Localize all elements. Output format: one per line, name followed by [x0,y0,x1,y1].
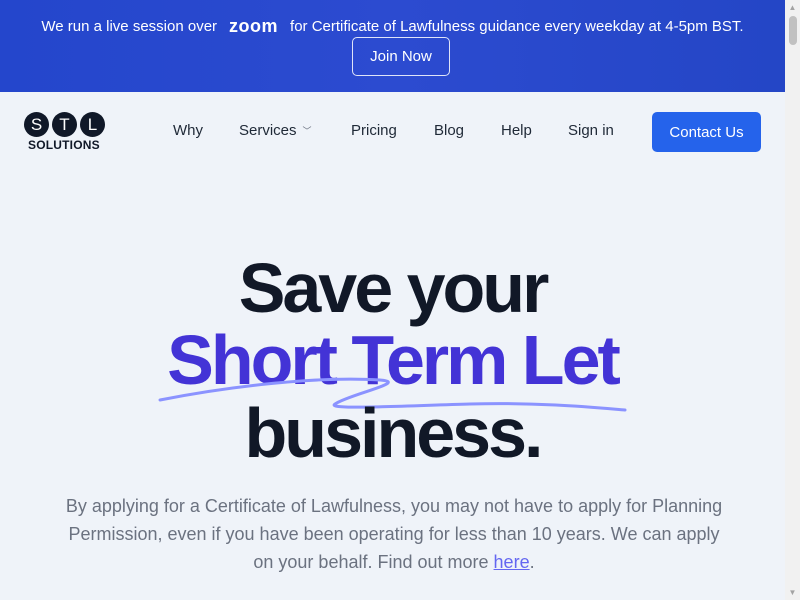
hero-heading-line-1: Save your [238,249,550,327]
hero-description-end: . [529,552,535,572]
hero-description-text: By applying for a Certificate of Lawfuln… [65,496,723,572]
scroll-thumb[interactable] [789,16,797,45]
nav-link-pricing[interactable]: Pricing [351,122,397,139]
scroll-up-arrow-icon[interactable]: ▲ [785,0,800,15]
nav-link-help[interactable]: Help [501,122,532,139]
announcement-banner: We run a live session over zoom for Cert… [0,0,785,92]
scroll-down-arrow-icon[interactable]: ▼ [785,585,800,600]
hero-heading-line-3: business. [244,394,544,472]
nav-link-sign-in[interactable]: Sign in [568,122,614,139]
nav-link-services[interactable]: Services ﹀ [239,122,312,139]
nav-link-services-label: Services [239,122,297,139]
logo-letter-s: S [24,112,49,137]
logo-letter-l: L [80,112,105,137]
banner-text-after: for Certificate of Lawfulness guidance e… [290,17,744,35]
hero-description: By applying for a Certificate of Lawfuln… [60,492,728,576]
logo-subtitle: SOLUTIONS [28,138,100,152]
banner-text-before: We run a live session over [41,17,218,35]
logo-letter-t: T [52,112,77,137]
chevron-down-icon: ﹀ [302,126,312,136]
stl-solutions-logo[interactable]: S T L SOLUTIONS [24,112,110,152]
scrollbar[interactable]: ▲ ▼ [785,0,800,600]
banner-text: We run a live session over zoom for Cert… [0,16,785,36]
nav-link-why[interactable]: Why [173,122,203,139]
zoom-logo: zoom [229,15,279,36]
main-navigation: S T L SOLUTIONS Why Services ﹀ Pricing B… [0,92,785,172]
nav-link-blog[interactable]: Blog [434,122,464,139]
find-out-more-link[interactable]: here [494,552,530,572]
contact-us-button[interactable]: Contact Us [652,112,761,152]
join-now-button[interactable]: Join Now [352,37,450,76]
